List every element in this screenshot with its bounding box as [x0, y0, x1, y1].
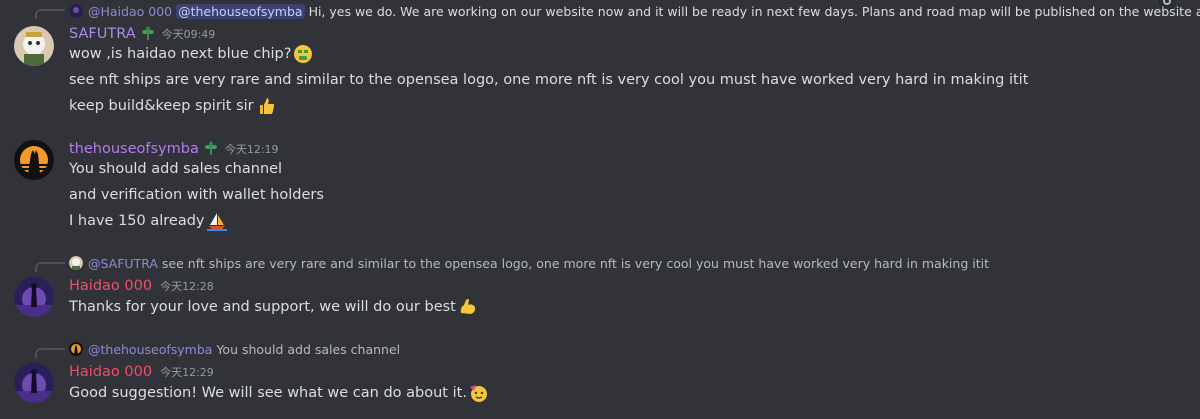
timestamp: 今天09:49	[161, 28, 216, 41]
username[interactable]: SAFUTRA	[69, 26, 136, 42]
partying-face-emoji	[469, 385, 487, 402]
avatar[interactable]	[14, 363, 54, 403]
message-line: wow ,is haidao next blue chip?	[69, 43, 313, 65]
avatar[interactable]	[14, 277, 54, 317]
reply-preview[interactable]: @Haidao 000 @thehouseofsymba Hi, yes we …	[69, 2, 1200, 20]
avatar-mini	[69, 256, 83, 270]
message-header: Haidao 000 今天12:29	[69, 362, 214, 382]
reply-preview[interactable]: @thehouseofsymba You should add sales ch…	[69, 340, 400, 358]
message-text: keep build&keep spirit sir	[69, 98, 254, 114]
reply-mention-pill[interactable]: @thehouseofsymba	[176, 3, 305, 19]
username[interactable]: Haidao 000	[69, 364, 152, 380]
reply-connector	[35, 9, 65, 19]
message-text: see nft ships are very rare and similar …	[69, 72, 1029, 88]
reply-text: see nft ships are very rare and similar …	[161, 255, 989, 271]
message-header: thehouseofsymba 今天12:19	[69, 139, 279, 159]
leaf-badge-icon	[204, 141, 217, 155]
sailboat-emoji	[206, 213, 227, 231]
message-text: and verification with wallet holders	[69, 187, 324, 203]
thumbs-up-emoji	[259, 98, 274, 114]
reply-connector	[35, 262, 65, 272]
message-text: I have 150 already	[69, 213, 205, 229]
message-text: Thanks for your love and support, we wil…	[69, 299, 456, 315]
reply-preview[interactable]: @SAFUTRA see nft ships are very rare and…	[69, 254, 989, 272]
reply-text: Hi, yes we do. We are working on our web…	[308, 3, 1200, 19]
message-header: Haidao 000 今天12:28	[69, 276, 214, 296]
reply-text: You should add sales channel	[216, 341, 401, 357]
money-mouth-emoji	[294, 45, 313, 63]
message-text: wow ,is haidao next blue chip?	[69, 46, 292, 62]
reply-author-mention[interactable]: @Haidao 000	[88, 4, 172, 19]
reply-connector	[35, 348, 65, 358]
avatar-mini	[69, 342, 83, 356]
message-line: and verification with wallet holders	[69, 184, 324, 206]
leaf-badge-icon	[141, 26, 154, 40]
reply-author-mention[interactable]: @thehouseofsymba	[88, 342, 212, 357]
username[interactable]: Haidao 000	[69, 278, 152, 294]
timestamp: 今天12:29	[160, 366, 214, 379]
timestamp: 今天12:19	[224, 143, 279, 156]
timestamp: 今天12:28	[160, 280, 214, 293]
message-text: You should add sales channel	[69, 161, 283, 177]
avatar[interactable]	[14, 140, 54, 180]
avatar[interactable]	[14, 26, 54, 66]
message-line: Good suggestion! We will see what we can…	[69, 382, 489, 404]
message-text: Good suggestion! We will see what we can…	[69, 385, 467, 401]
username[interactable]: thehouseofsymba	[69, 141, 199, 157]
message-line: see nft ships are very rare and similar …	[69, 69, 1028, 91]
message-line: You should add sales channel	[69, 158, 282, 180]
message-line: keep build&keep spirit sir	[69, 95, 276, 117]
flexed-biceps-emoji	[460, 299, 476, 314]
message-line: I have 150 already	[69, 210, 227, 232]
message-header: SAFUTRA 今天09:49	[69, 24, 215, 44]
message-line: Thanks for your love and support, we wil…	[69, 296, 478, 318]
reply-author-mention[interactable]: @SAFUTRA	[88, 256, 158, 271]
avatar-mini	[69, 4, 83, 18]
